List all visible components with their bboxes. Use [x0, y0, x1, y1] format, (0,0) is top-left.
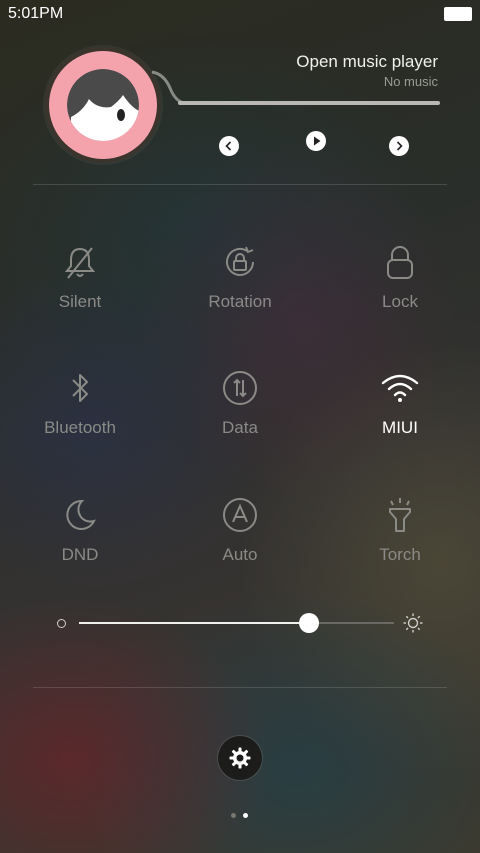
toggle-label: Silent	[58, 292, 102, 311]
toggle-label: Data	[222, 418, 258, 437]
divider-top	[33, 184, 447, 185]
battery-icon	[444, 7, 472, 21]
avatar-face-icon	[67, 69, 139, 141]
toggle-label: Lock	[382, 292, 418, 311]
bell-off-icon	[64, 247, 96, 279]
toggle-dnd[interactable]: DND	[15, 495, 145, 585]
brightness-low-icon	[57, 619, 66, 628]
settings-button[interactable]	[218, 736, 262, 780]
divider-bottom	[33, 687, 447, 688]
page-indicator-dot[interactable]	[231, 813, 236, 818]
play-button[interactable]	[306, 131, 326, 151]
toggle-label: Bluetooth	[44, 418, 116, 437]
music-title[interactable]: Open music player	[296, 52, 438, 72]
toggle-wifi[interactable]: MIUI	[335, 368, 465, 458]
album-art[interactable]	[49, 51, 157, 159]
brightness-slider-fill	[79, 622, 309, 624]
mobile-data-icon	[223, 371, 257, 405]
status-time: 5:01PM	[8, 5, 64, 22]
play-icon	[314, 136, 321, 146]
lock-icon	[387, 246, 413, 279]
toggle-label: DND	[61, 545, 99, 564]
gear-icon	[229, 747, 251, 769]
toggle-label: Torch	[379, 545, 421, 564]
music-progress-bar[interactable]	[178, 101, 440, 105]
music-subtitle: No music	[383, 74, 438, 89]
toggle-bluetooth[interactable]: Bluetooth	[15, 368, 145, 458]
toggle-lock[interactable]: Lock	[335, 242, 465, 332]
toggle-label: Rotation	[208, 292, 272, 311]
toggle-torch[interactable]: Torch	[335, 495, 465, 585]
previous-track-button[interactable]	[219, 136, 239, 156]
moon-icon	[66, 499, 96, 530]
bluetooth-icon	[72, 374, 88, 402]
brightness-high-icon	[403, 613, 423, 633]
flashlight-icon	[389, 498, 411, 532]
page-indicator-dot-active[interactable]	[243, 813, 248, 818]
rotation-lock-icon	[226, 246, 254, 276]
toggle-silent[interactable]: Silent	[15, 242, 145, 332]
chevron-left-icon	[225, 141, 232, 151]
toggle-data[interactable]: Data	[175, 368, 305, 458]
status-bar: 5:01PM	[0, 0, 480, 28]
toggle-auto-brightness[interactable]: Auto	[175, 495, 305, 585]
toggle-rotation[interactable]: Rotation	[175, 242, 305, 332]
wifi-icon	[381, 374, 419, 402]
chevron-right-icon	[396, 141, 403, 151]
next-track-button[interactable]	[389, 136, 409, 156]
brightness-slider-thumb[interactable]	[298, 613, 319, 633]
toggle-label: Auto	[222, 545, 258, 564]
auto-brightness-icon	[223, 498, 257, 532]
toggle-label: MIUI	[382, 418, 418, 437]
